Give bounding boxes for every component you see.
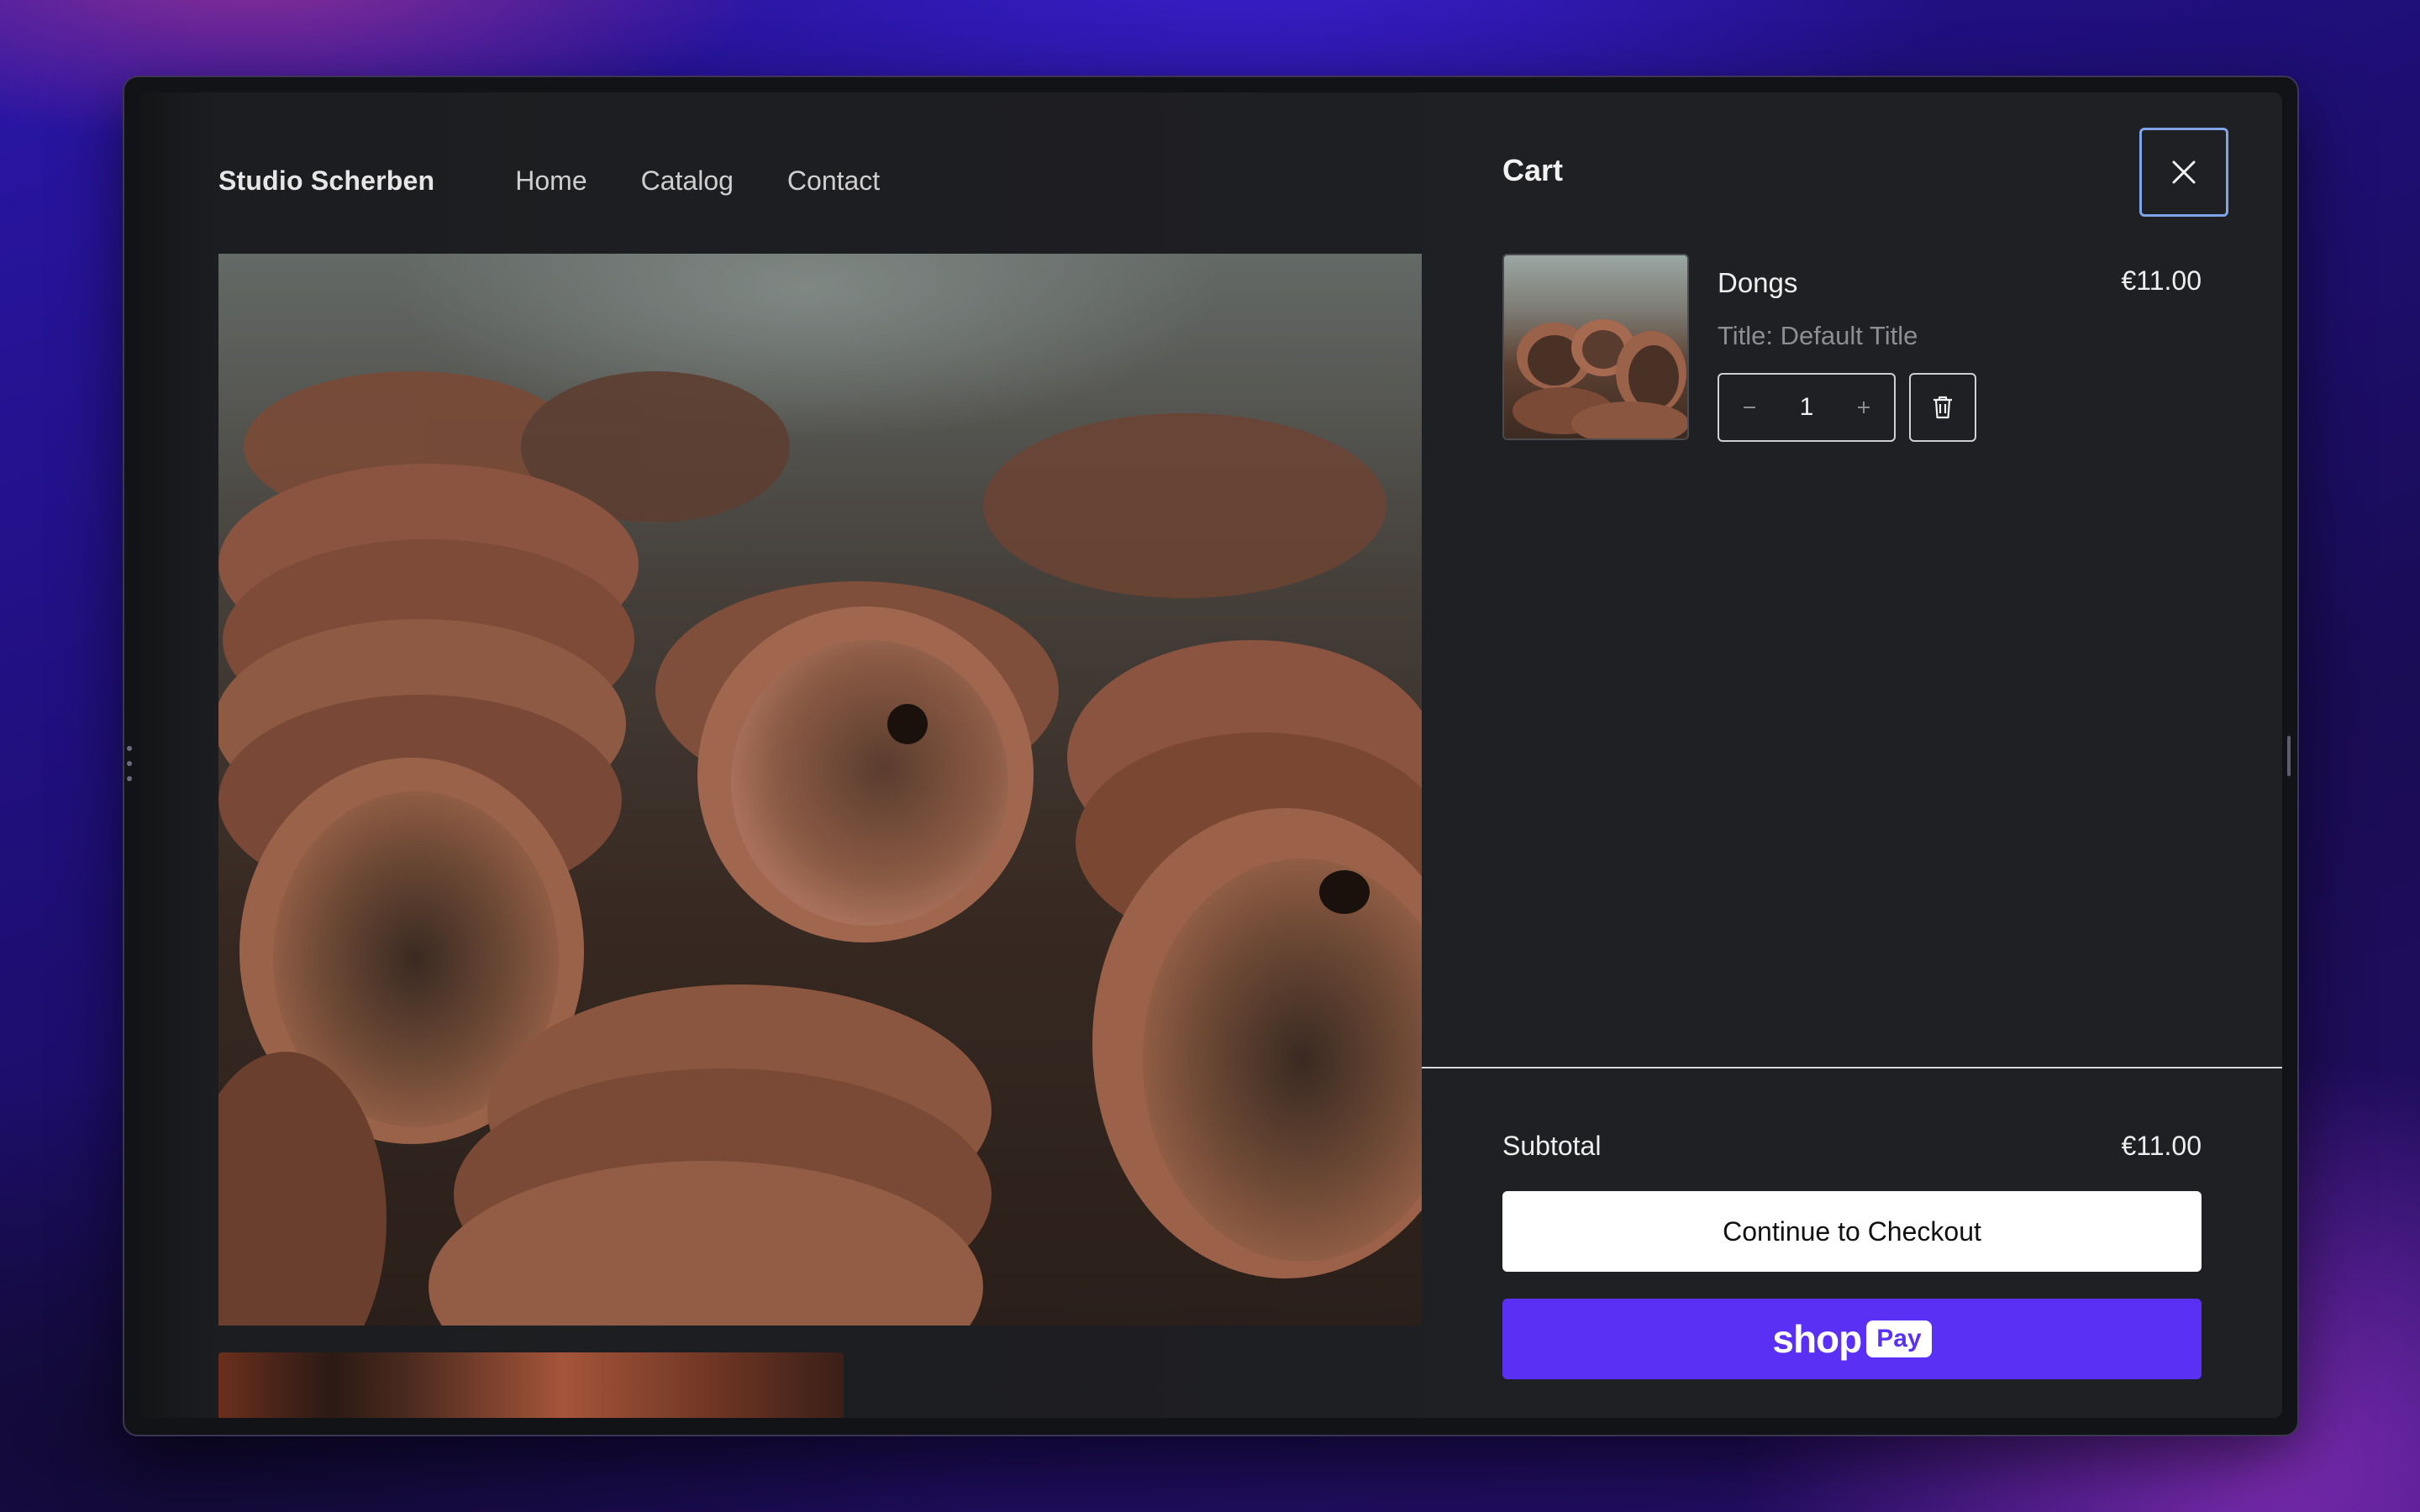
store-logo[interactable]: Studio Scherben	[218, 165, 434, 197]
cart-drawer: Cart Dongs €11.00 Title: Default Title 1…	[1422, 92, 2282, 1418]
right-resize-handle[interactable]	[2287, 736, 2291, 776]
remove-item-button[interactable]	[1909, 373, 1976, 442]
minus-icon	[1744, 407, 1755, 408]
cart-line-item: Dongs €11.00 Title: Default Title 1	[1502, 254, 2202, 444]
trash-icon	[1933, 396, 1952, 419]
main-nav: Home Catalog Contact	[515, 165, 880, 197]
cart-item-variant: Title: Default Title	[1718, 321, 1918, 350]
close-icon	[2172, 160, 2196, 184]
quantity-value[interactable]: 1	[1800, 393, 1814, 422]
increase-quantity-button[interactable]	[1850, 393, 1877, 422]
quantity-stepper: 1	[1718, 373, 1896, 442]
decrease-quantity-button[interactable]	[1736, 393, 1763, 422]
terracotta-pots-photo	[218, 254, 1422, 1326]
nav-link-home[interactable]: Home	[515, 165, 587, 197]
shop-pay-button[interactable]: shop Pay	[1502, 1299, 2202, 1379]
checkout-button[interactable]: Continue to Checkout	[1502, 1191, 2202, 1272]
cart-item-name[interactable]: Dongs	[1718, 267, 1797, 299]
close-cart-button[interactable]	[2139, 128, 2228, 217]
product-gallery-thumbnail[interactable]	[218, 1352, 844, 1418]
storefront: Studio Scherben Home Catalog Contact	[139, 92, 1422, 1418]
subtotal-value: €11.00	[2121, 1131, 2202, 1161]
nav-link-contact[interactable]: Contact	[787, 165, 880, 197]
product-hero-image	[218, 254, 1422, 1326]
cart-footer-divider	[1422, 1067, 2282, 1068]
shop-pay-pill: Pay	[1866, 1320, 1932, 1357]
cart-item-image[interactable]	[1502, 254, 1689, 440]
storefront-header: Studio Scherben Home Catalog Contact	[218, 151, 880, 210]
cart-title: Cart	[1502, 153, 1564, 187]
pots-thumbnail	[1512, 319, 1687, 438]
app-viewport: Studio Scherben Home Catalog Contact Car…	[139, 92, 2282, 1418]
nav-link-catalog[interactable]: Catalog	[641, 165, 734, 197]
plus-icon	[1858, 402, 1870, 413]
left-resize-handle[interactable]	[127, 746, 132, 781]
cart-item-price: €11.00	[2121, 265, 2202, 296]
subtotal-label: Subtotal	[1502, 1131, 1602, 1161]
shop-pay-wordmark: shop	[1772, 1317, 1862, 1361]
